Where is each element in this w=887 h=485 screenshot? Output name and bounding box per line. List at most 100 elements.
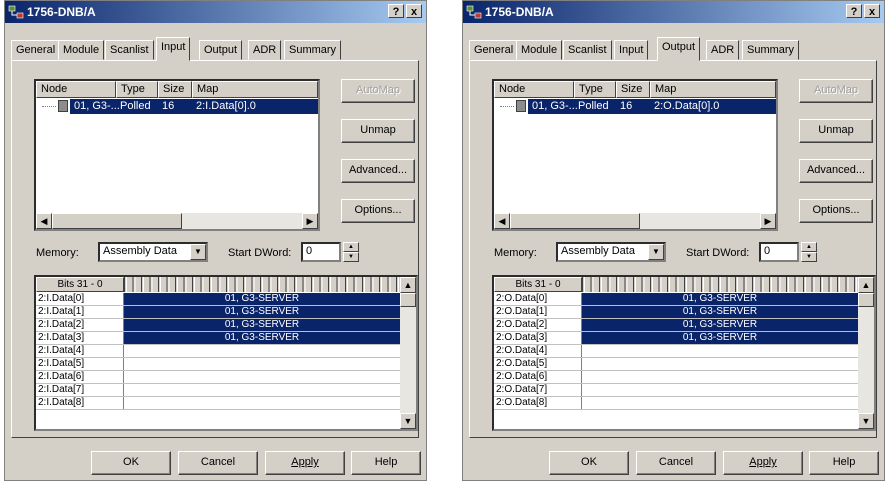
vertical-scrollbar[interactable]: ▲ ▼ [400, 277, 416, 429]
tab-module[interactable]: Module [58, 40, 105, 60]
cancel-button[interactable]: Cancel [636, 451, 716, 475]
unmap-button[interactable]: Unmap [341, 119, 415, 143]
tab-adr[interactable]: ADR [706, 40, 740, 60]
scroll-thumb[interactable] [858, 293, 874, 307]
scroll-thumb[interactable] [400, 293, 416, 307]
grid-row[interactable]: 2:O.Data[0] 01, G3-SERVER [494, 293, 858, 306]
title-bar[interactable]: 1756-DNB/A ? x [5, 1, 426, 23]
column-header-type[interactable]: Type [574, 81, 616, 98]
column-header-size[interactable]: Size [158, 81, 192, 98]
spin-down-icon[interactable]: ▼ [343, 252, 359, 262]
tab-adr[interactable]: ADR [248, 40, 282, 60]
grid-row[interactable]: 2:I.Data[3] 01, G3-SERVER [36, 332, 400, 345]
grid-row[interactable]: 2:O.Data[5] [494, 358, 858, 371]
help-title-button[interactable]: ? [388, 4, 404, 18]
advanced-button[interactable]: Advanced... [799, 159, 873, 183]
tab-module[interactable]: Module [516, 40, 563, 60]
options-button[interactable]: Options... [799, 199, 873, 223]
spin-down-icon[interactable]: ▼ [801, 252, 817, 262]
scroll-right-icon[interactable]: ▶ [760, 213, 776, 229]
apply-button[interactable]: Apply [723, 451, 803, 475]
tab-output[interactable]: Output [199, 40, 243, 60]
close-button[interactable]: x [864, 4, 880, 18]
unmap-button[interactable]: Unmap [799, 119, 873, 143]
start-dword-spinner[interactable]: ▲ ▼ [343, 242, 359, 262]
node-map-list[interactable]: Node Type Size Map 01, G3-... Polled 16 … [492, 79, 778, 231]
network-app-icon [8, 5, 24, 19]
title-bar[interactable]: 1756-DNB/A ? x [463, 1, 884, 23]
apply-button[interactable]: Apply [265, 451, 345, 475]
grid-row[interactable]: 2:I.Data[0] 01, G3-SERVER [36, 293, 400, 306]
column-header-type[interactable]: Type [116, 81, 158, 98]
tab-input[interactable]: Input [614, 40, 649, 60]
spin-up-icon[interactable]: ▲ [343, 242, 359, 252]
grid-row-value [582, 371, 858, 383]
ok-button[interactable]: OK [91, 451, 171, 475]
column-header-node[interactable]: Node [494, 81, 574, 98]
start-dword-input[interactable]: 0 [759, 242, 799, 262]
grid-row[interactable]: 2:O.Data[6] [494, 371, 858, 384]
tab-summary[interactable]: Summary [742, 40, 800, 60]
column-header-node[interactable]: Node [36, 81, 116, 98]
start-dword-spinner[interactable]: ▲ ▼ [801, 242, 817, 262]
device-node-icon [58, 100, 68, 112]
scanner-properties-dialog-output: 1756-DNB/A ? x General Module Scanlist I… [462, 0, 885, 481]
grid-row[interactable]: 2:O.Data[7] [494, 384, 858, 397]
tab-general[interactable]: General [11, 40, 61, 60]
grid-row[interactable]: 2:I.Data[5] [36, 358, 400, 371]
memory-select[interactable]: Assembly Data ▼ [556, 242, 666, 262]
scroll-up-icon[interactable]: ▲ [400, 277, 416, 293]
scroll-thumb[interactable] [52, 213, 182, 229]
vertical-scrollbar[interactable]: ▲ ▼ [858, 277, 874, 429]
tab-summary[interactable]: Summary [284, 40, 342, 60]
grid-row[interactable]: 2:O.Data[4] [494, 345, 858, 358]
tab-scanlist[interactable]: Scanlist [563, 40, 612, 60]
advanced-button[interactable]: Advanced... [341, 159, 415, 183]
list-item[interactable]: 01, G3-... Polled 16 2:I.Data[0].0 [36, 99, 318, 114]
node-map-list[interactable]: Node Type Size Map 01, G3-... Polled 16 … [34, 79, 320, 231]
column-header-size[interactable]: Size [616, 81, 650, 98]
list-item[interactable]: 01, G3-... Polled 16 2:O.Data[0].0 [494, 99, 776, 114]
help-button[interactable]: Help [351, 451, 421, 475]
column-header-map[interactable]: Map [192, 81, 318, 98]
grid-row[interactable]: 2:I.Data[1] 01, G3-SERVER [36, 306, 400, 319]
automap-button[interactable]: AutoMap [799, 79, 873, 103]
data-map-grid[interactable]: Bits 31 - 0 2:I.Data[0] 01, G3-SERVER 2:I.… [34, 275, 418, 431]
tab-input[interactable]: Input [156, 37, 191, 61]
scroll-down-icon[interactable]: ▼ [858, 413, 874, 429]
scroll-up-icon[interactable]: ▲ [858, 277, 874, 293]
options-button[interactable]: Options... [341, 199, 415, 223]
ok-button[interactable]: OK [549, 451, 629, 475]
column-header-map[interactable]: Map [650, 81, 776, 98]
tab-output[interactable]: Output [657, 37, 701, 61]
chevron-down-icon[interactable]: ▼ [648, 244, 664, 260]
close-button[interactable]: x [406, 4, 422, 18]
start-dword-input[interactable]: 0 [301, 242, 341, 262]
cancel-button[interactable]: Cancel [178, 451, 258, 475]
help-title-button[interactable]: ? [846, 4, 862, 18]
tab-general[interactable]: General [469, 40, 519, 60]
grid-row[interactable]: 2:O.Data[8] [494, 397, 858, 410]
grid-row[interactable]: 2:I.Data[4] [36, 345, 400, 358]
help-button[interactable]: Help [809, 451, 879, 475]
grid-row[interactable]: 2:I.Data[7] [36, 384, 400, 397]
grid-row[interactable]: 2:O.Data[1] 01, G3-SERVER [494, 306, 858, 319]
grid-row[interactable]: 2:I.Data[6] [36, 371, 400, 384]
grid-row[interactable]: 2:O.Data[2] 01, G3-SERVER [494, 319, 858, 332]
spin-up-icon[interactable]: ▲ [801, 242, 817, 252]
tab-scanlist[interactable]: Scanlist [105, 40, 154, 60]
horizontal-scrollbar[interactable]: ◀ ▶ [494, 213, 776, 229]
data-map-grid[interactable]: Bits 31 - 0 2:O.Data[0] 01, G3-SERVER 2:O.… [492, 275, 876, 431]
grid-row[interactable]: 2:I.Data[8] [36, 397, 400, 410]
grid-row[interactable]: 2:O.Data[3] 01, G3-SERVER [494, 332, 858, 345]
grid-row[interactable]: 2:I.Data[2] 01, G3-SERVER [36, 319, 400, 332]
scroll-left-icon[interactable]: ◀ [36, 213, 52, 229]
horizontal-scrollbar[interactable]: ◀ ▶ [36, 213, 318, 229]
scroll-thumb[interactable] [510, 213, 640, 229]
scroll-down-icon[interactable]: ▼ [400, 413, 416, 429]
chevron-down-icon[interactable]: ▼ [190, 244, 206, 260]
scroll-left-icon[interactable]: ◀ [494, 213, 510, 229]
automap-button[interactable]: AutoMap [341, 79, 415, 103]
scroll-right-icon[interactable]: ▶ [302, 213, 318, 229]
memory-select[interactable]: Assembly Data ▼ [98, 242, 208, 262]
